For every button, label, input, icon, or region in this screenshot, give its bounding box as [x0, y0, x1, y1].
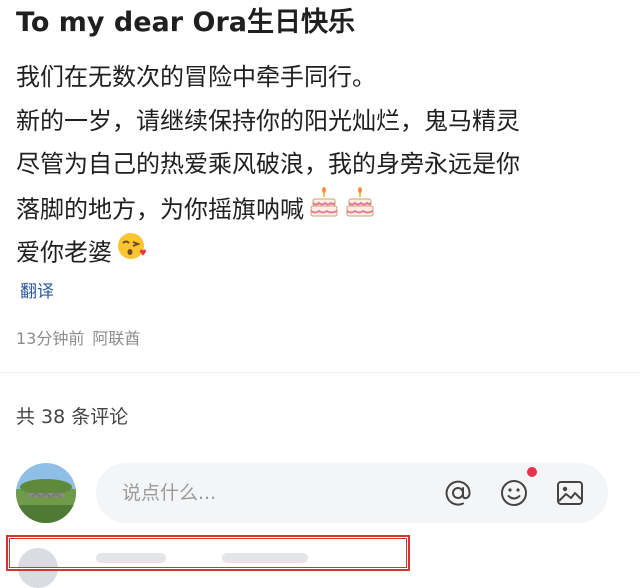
post-line-text: 落脚的地方，为你摇旗呐喊	[16, 194, 304, 223]
post-line-4: 落脚的地方，为你摇旗呐喊	[16, 186, 626, 234]
face-blowing-kiss-icon	[116, 230, 148, 277]
notification-dot	[527, 467, 537, 477]
post-line-text: 爱你老婆	[16, 238, 112, 267]
post-body: 我们在无数次的冒险中牵手同行。 新的一岁，请继续保持你的阳光灿烂，鬼马精灵 尽管…	[16, 56, 626, 274]
post-line-2: 新的一岁，请继续保持你的阳光灿烂，鬼马精灵	[16, 100, 626, 144]
emoji-icon[interactable]	[498, 477, 530, 509]
avatar[interactable]	[16, 463, 76, 523]
at-icon[interactable]	[442, 477, 474, 509]
post-time: 13分钟前	[16, 329, 85, 348]
comment-input[interactable]: 说点什么...	[96, 463, 608, 523]
post-location: 阿联酋	[92, 329, 141, 348]
highlight-frame	[6, 535, 410, 571]
image-icon[interactable]	[554, 477, 586, 509]
divider	[0, 372, 640, 373]
post-line-5: 爱你老婆	[16, 230, 626, 274]
comment-count: 共 38 条评论	[16, 406, 129, 428]
comment-input-placeholder: 说点什么...	[122, 482, 217, 504]
birthday-cake-icon	[344, 186, 376, 234]
post-line-1: 我们在无数次的冒险中牵手同行。	[16, 56, 626, 100]
post-line-text: 我们在无数次的冒险中牵手同行。	[16, 63, 376, 91]
post-line-3: 尽管为自己的热爱乘风破浪，我的身旁永远是你	[16, 143, 626, 187]
post-line-text: 新的一岁，请继续保持你的阳光灿烂，鬼马精灵	[16, 106, 520, 135]
post-meta: 13分钟前 阿联酋	[16, 327, 140, 351]
post-title: To my dear Ora生日快乐	[16, 7, 355, 38]
birthday-cake-icon	[308, 186, 340, 234]
post-line-text: 尽管为自己的热爱乘风破浪，我的身旁永远是你	[16, 150, 520, 178]
translate-link[interactable]: 翻译	[20, 279, 54, 305]
